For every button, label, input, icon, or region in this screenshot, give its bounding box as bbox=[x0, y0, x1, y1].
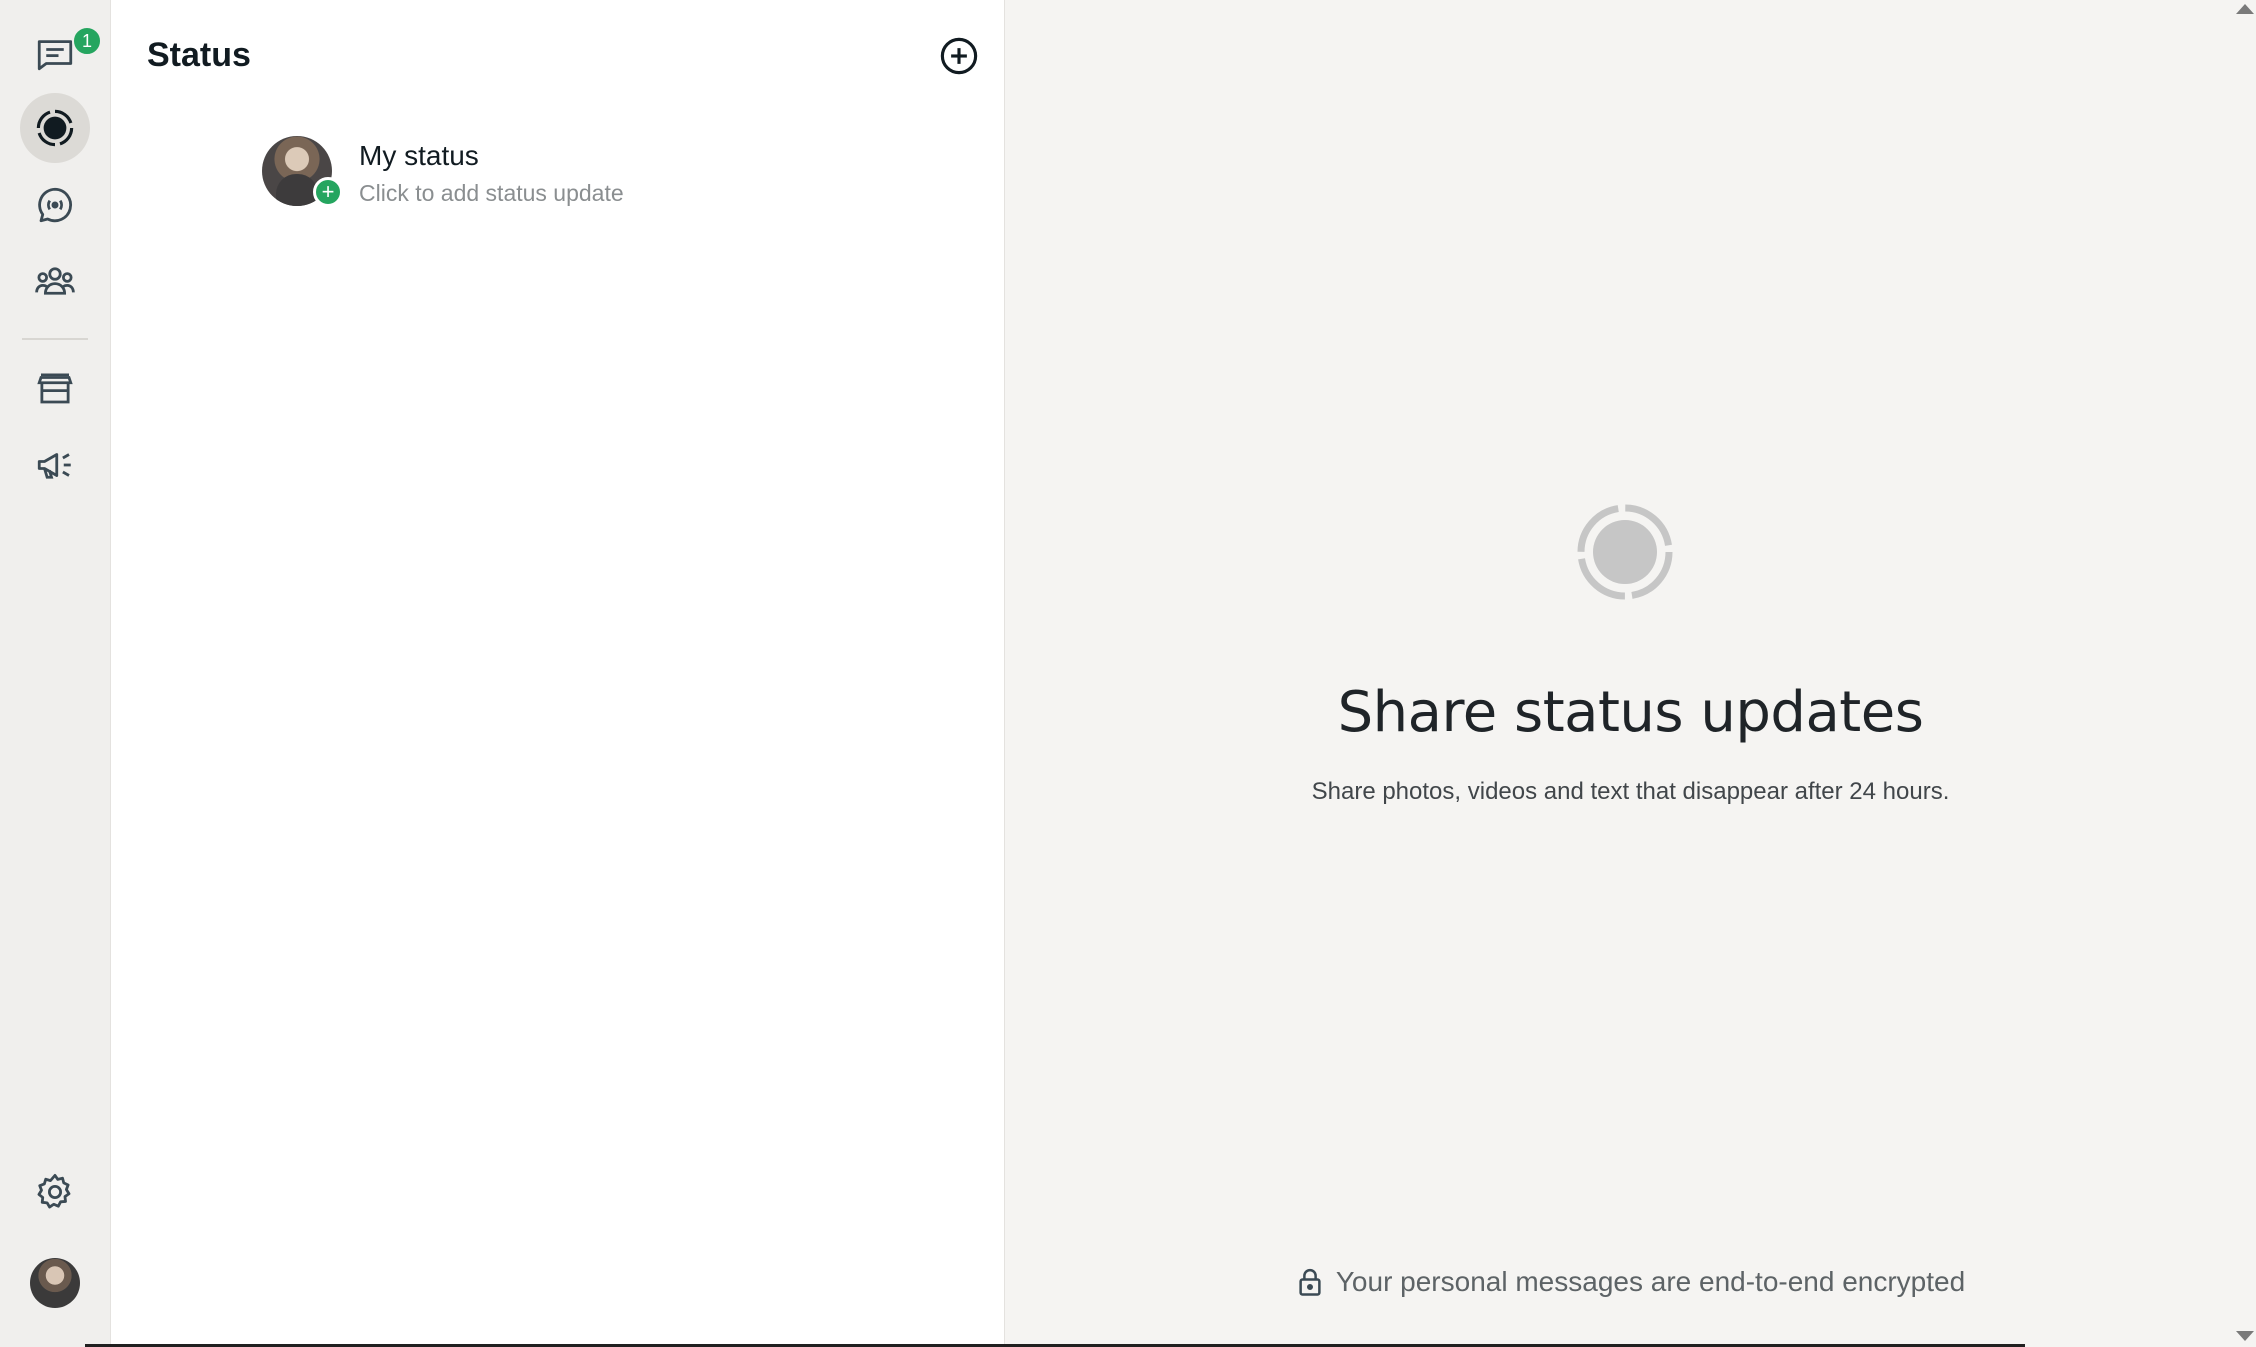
detail-pane: Share status updates Share photos, video… bbox=[1005, 0, 2256, 1347]
megaphone-icon bbox=[37, 453, 71, 479]
chats-icon bbox=[37, 40, 73, 71]
communities-button[interactable] bbox=[20, 246, 90, 316]
encryption-text: Your personal messages are end-to-end en… bbox=[1335, 1266, 1966, 1297]
channels-button[interactable] bbox=[20, 170, 90, 240]
status-button[interactable] bbox=[20, 93, 90, 163]
status-icon bbox=[36, 109, 74, 147]
rail-divider bbox=[22, 338, 88, 340]
add-status-badge[interactable]: + bbox=[313, 177, 343, 207]
communities-icon bbox=[35, 267, 75, 295]
store-icon bbox=[37, 373, 73, 404]
store-button[interactable] bbox=[20, 353, 90, 423]
my-status-name: My status bbox=[359, 140, 479, 171]
unread-badge: 1 bbox=[72, 26, 102, 56]
settings-button[interactable] bbox=[20, 1157, 90, 1227]
page-title: Status bbox=[147, 36, 251, 74]
lock-icon bbox=[1299, 1268, 1321, 1296]
add-circle-icon bbox=[940, 37, 978, 75]
encryption-notice: Your personal messages are end-to-end en… bbox=[1005, 1266, 2256, 1298]
add-status-button[interactable] bbox=[933, 30, 985, 82]
app-window: 1 Status + My status Click to add status… bbox=[0, 0, 2256, 1347]
my-status-subtitle: Click to add status update bbox=[359, 180, 624, 206]
status-ring-icon bbox=[1577, 504, 1673, 600]
scroll-up-arrow[interactable] bbox=[2236, 4, 2254, 14]
chats-button[interactable]: 1 bbox=[20, 18, 102, 88]
status-panel: Status + My status Click to add status u… bbox=[111, 0, 1049, 1347]
empty-state-subtitle: Share photos, videos and text that disap… bbox=[1311, 778, 1950, 805]
avatar-figure bbox=[276, 174, 318, 206]
scroll-down-arrow[interactable] bbox=[2236, 1331, 2254, 1341]
empty-state-title: Share status updates bbox=[1337, 680, 1924, 745]
profile-avatar[interactable] bbox=[30, 1258, 80, 1308]
gear-icon bbox=[37, 1173, 71, 1209]
channels-icon bbox=[38, 187, 72, 223]
broadcast-button[interactable] bbox=[20, 430, 90, 500]
navigation-rail: 1 bbox=[0, 0, 111, 1347]
